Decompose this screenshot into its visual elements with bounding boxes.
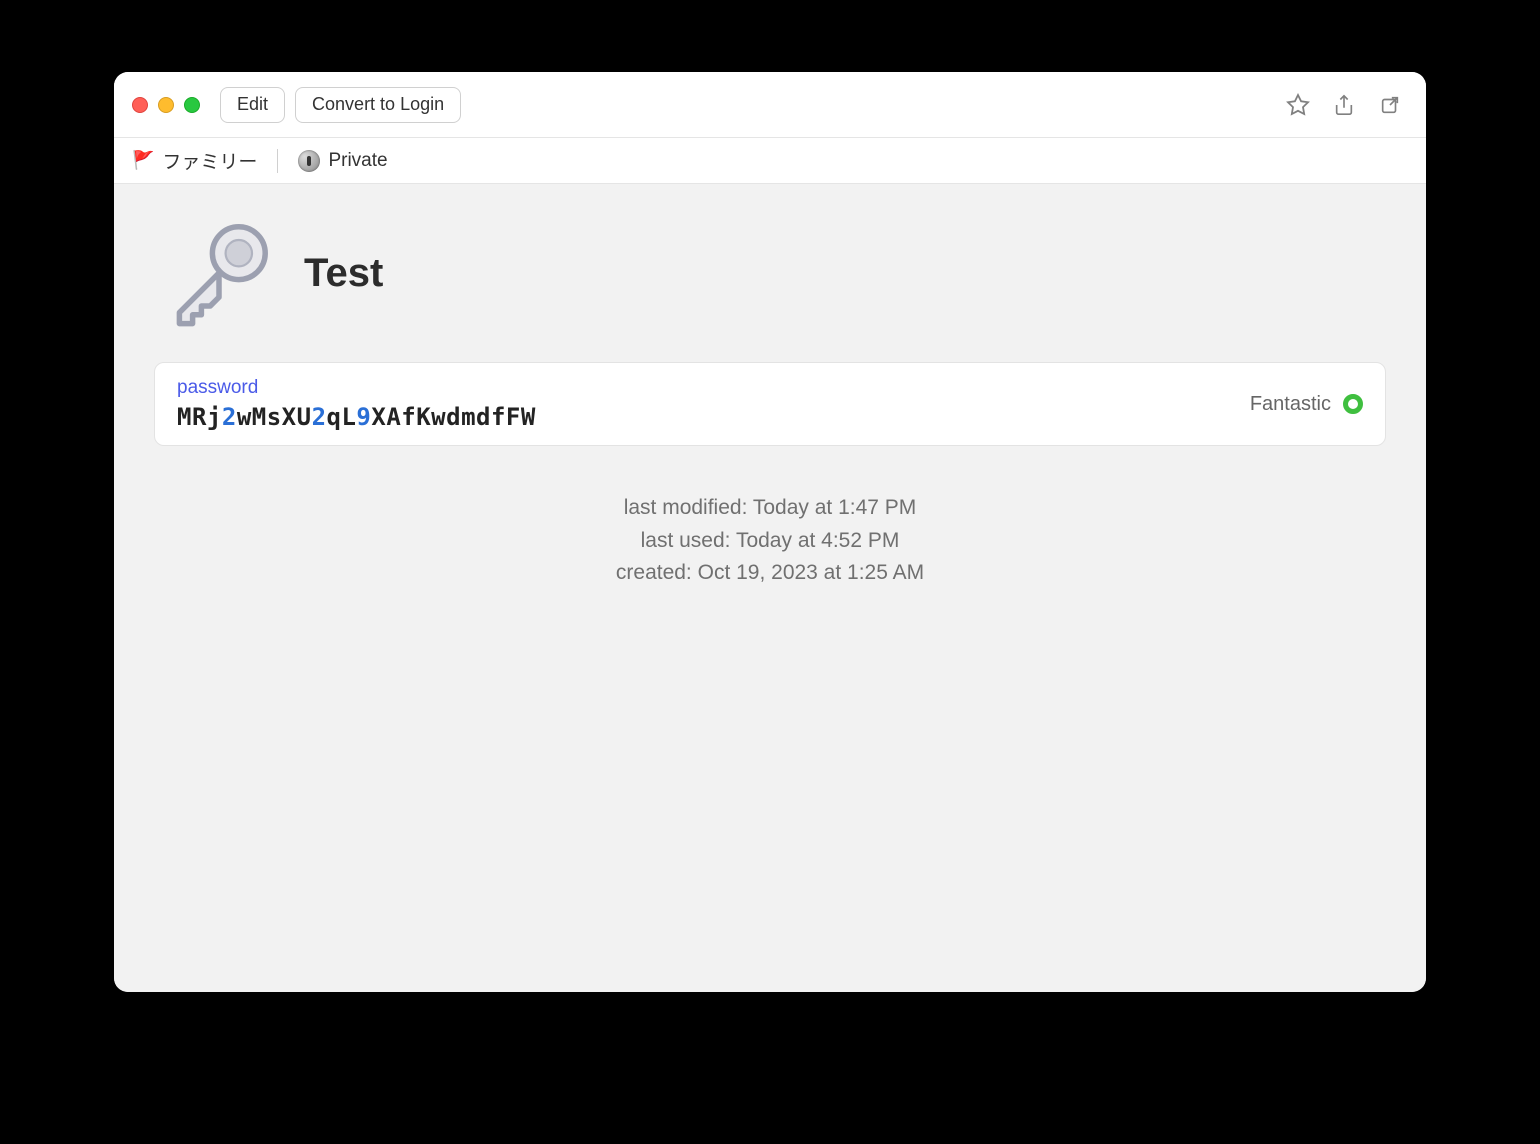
breadcrumb-vault[interactable]: Private <box>298 150 387 172</box>
share-button[interactable] <box>1326 87 1362 123</box>
window-controls <box>132 97 200 113</box>
open-external-icon <box>1379 94 1401 116</box>
convert-to-login-button[interactable]: Convert to Login <box>295 87 461 123</box>
item-detail: Test password MRj2wMsXU2qL9XAfKwdmdfFW F… <box>114 184 1426 992</box>
item-title: Test <box>304 251 383 296</box>
breadcrumb-account-label: ファミリー <box>162 147 257 174</box>
titlebar: Edit Convert to Login <box>114 72 1426 138</box>
share-icon <box>1333 93 1355 117</box>
breadcrumb: 🚩 ファミリー Private <box>114 138 1426 184</box>
vault-icon <box>298 150 320 172</box>
key-icon <box>164 218 274 328</box>
password-field-label: password <box>177 377 536 399</box>
last-modified-text: last modified: Today at 1:47 PM <box>114 492 1426 525</box>
close-window-button[interactable] <box>132 97 148 113</box>
item-header: Test <box>114 184 1426 362</box>
breadcrumb-account[interactable]: 🚩 ファミリー <box>132 147 257 174</box>
password-manager-window: Edit Convert to Login 🚩 ファミリー Private <box>114 72 1426 992</box>
minimize-window-button[interactable] <box>158 97 174 113</box>
password-field-value: MRj2wMsXU2qL9XAfKwdmdfFW <box>177 403 536 431</box>
password-strength-label: Fantastic <box>1250 393 1331 416</box>
edit-button[interactable]: Edit <box>220 87 285 123</box>
zoom-window-button[interactable] <box>184 97 200 113</box>
open-external-button[interactable] <box>1372 87 1408 123</box>
item-metadata: last modified: Today at 1:47 PM last use… <box>114 492 1426 590</box>
breadcrumb-separator <box>277 149 278 173</box>
last-used-text: last used: Today at 4:52 PM <box>114 525 1426 558</box>
breadcrumb-vault-label: Private <box>328 150 387 172</box>
star-icon <box>1286 93 1310 117</box>
created-text: created: Oct 19, 2023 at 1:25 AM <box>114 557 1426 590</box>
favorite-button[interactable] <box>1280 87 1316 123</box>
password-field[interactable]: password MRj2wMsXU2qL9XAfKwdmdfFW Fantas… <box>154 362 1386 446</box>
password-strength-indicator-icon <box>1343 394 1363 414</box>
item-category-icon <box>164 218 274 328</box>
flag-icon: 🚩 <box>132 150 154 171</box>
